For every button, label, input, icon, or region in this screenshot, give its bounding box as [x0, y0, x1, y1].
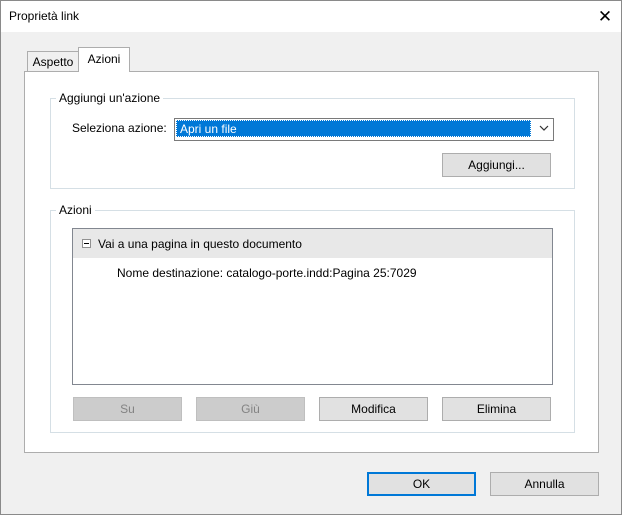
ok-button[interactable]: OK	[367, 472, 476, 496]
move-down-button[interactable]: Giù	[196, 397, 305, 421]
chevron-down-icon[interactable]	[537, 121, 551, 136]
close-icon[interactable]: ✕	[593, 7, 617, 27]
add-action-legend: Aggiungi un'azione	[56, 91, 164, 105]
delete-action-button[interactable]: Elimina	[442, 397, 551, 421]
tab-aspetto[interactable]: Aspetto	[27, 51, 79, 73]
action-type-selected-value: Apri un file	[176, 120, 531, 137]
tab-azioni[interactable]: Azioni	[78, 47, 130, 72]
actions-legend: Azioni	[56, 203, 95, 217]
tree-node-detail[interactable]: Nome destinazione: catalogo-porte.indd:P…	[117, 266, 417, 280]
edit-action-button[interactable]: Modifica	[319, 397, 428, 421]
title-bar: Proprietà link ✕	[1, 1, 621, 32]
actions-tree[interactable]: Vai a una pagina in questo documento Nom…	[72, 228, 553, 385]
cancel-button[interactable]: Annulla	[490, 472, 599, 496]
add-action-button[interactable]: Aggiungi...	[442, 153, 551, 177]
collapse-icon[interactable]	[82, 239, 91, 248]
move-up-button[interactable]: Su	[73, 397, 182, 421]
action-type-select[interactable]: Apri un file	[174, 118, 554, 141]
link-properties-dialog: Proprietà link ✕ Aspetto Azioni Aggiungi…	[0, 0, 622, 515]
tree-node-label: Vai a una pagina in questo documento	[98, 237, 302, 251]
tree-node-goto-page[interactable]: Vai a una pagina in questo documento	[73, 229, 552, 258]
select-action-label: Seleziona azione:	[72, 121, 167, 135]
dialog-title: Proprietà link	[9, 9, 80, 23]
